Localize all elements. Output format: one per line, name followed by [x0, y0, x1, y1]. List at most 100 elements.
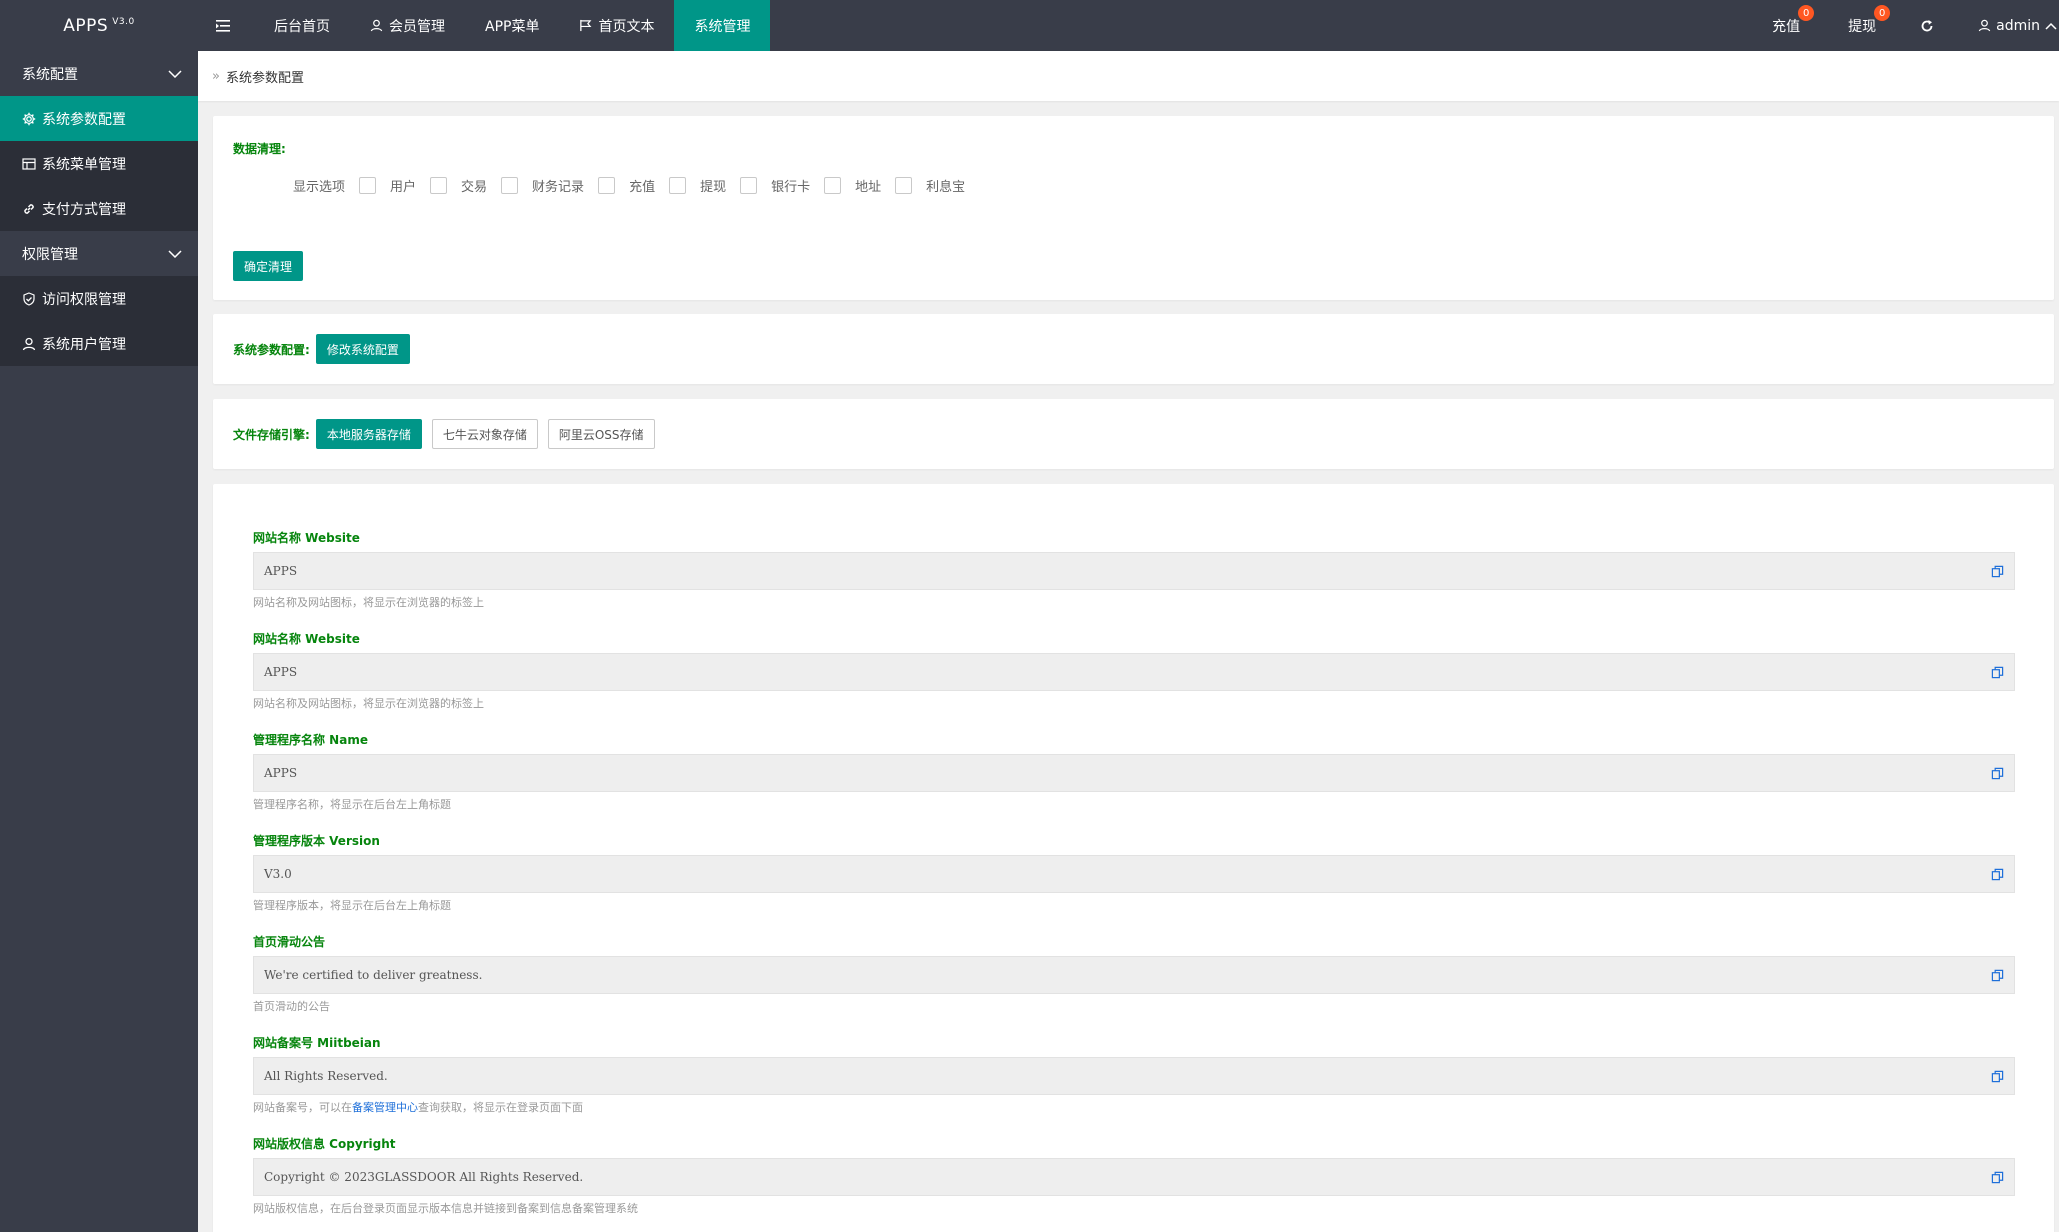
field-copyright: 网站版权信息 Copyright Copyright © 2023GLASSDO…	[253, 1136, 2015, 1216]
checkbox-box[interactable]	[740, 177, 758, 194]
chevron-down-icon	[168, 249, 182, 258]
field-website-name-2: 网站名称 Website APPS 网站名称及网站图标，将显示在浏览器的标签上	[253, 631, 2015, 711]
checkbox-box[interactable]	[501, 177, 519, 194]
website-name-input-2[interactable]: APPS	[253, 653, 2015, 691]
field-label: 管理程序版本 Version	[253, 834, 380, 848]
checkbox-address[interactable]: 地址	[824, 176, 881, 195]
checkbox-label: 利息宝	[926, 180, 966, 195]
copy-icon[interactable]	[1991, 565, 2004, 578]
local-storage-button[interactable]: 本地服务器存储	[315, 419, 422, 449]
checkbox-recharge[interactable]: 充值	[598, 176, 655, 195]
nav-members[interactable]: 会员管理	[350, 0, 465, 51]
checkbox-label: 交易	[461, 180, 488, 195]
help-text: 网站备案号，可以在	[253, 1101, 352, 1114]
nav-home-text[interactable]: 首页文本	[559, 0, 674, 51]
aliyun-oss-button[interactable]: 阿里云OSS存储	[547, 419, 655, 449]
sidebar-group-label: 权限管理	[22, 246, 78, 263]
sidebar-item-menu-manage[interactable]: 系统菜单管理	[0, 141, 198, 186]
recharge-label: 充值	[1772, 18, 1801, 35]
qiniu-storage-button[interactable]: 七牛云对象存储	[431, 419, 538, 449]
checkbox-box[interactable]	[824, 177, 842, 194]
miitbeian-input[interactable]: All Rights Reserved.	[253, 1057, 2015, 1095]
sidebar-group-permissions[interactable]: 权限管理	[0, 231, 198, 276]
refresh-button[interactable]	[1900, 0, 1954, 51]
user-icon	[22, 337, 36, 350]
field-home-notice: 首页滑动公告 We're certified to deliver greatn…	[253, 934, 2015, 1014]
copy-icon[interactable]	[1991, 666, 2004, 679]
copyright-input[interactable]: Copyright © 2023GLASSDOOR All Rights Res…	[253, 1158, 2015, 1196]
sidebar-item-label: 支付方式管理	[42, 201, 126, 218]
sidebar-item-system-users[interactable]: 系统用户管理	[0, 321, 198, 366]
checkbox-box[interactable]	[598, 177, 616, 194]
field-miitbeian: 网站备案号 Miitbeian All Rights Reserved. 网站备…	[253, 1035, 2015, 1115]
copy-icon[interactable]	[1991, 969, 2004, 982]
checkbox-label: 提现	[700, 180, 727, 195]
checkbox-box[interactable]	[895, 177, 913, 194]
field-label: 首页滑动公告	[253, 935, 326, 949]
field-app-version: 管理程序版本 Version V3.0 管理程序版本，将显示在后台左上角标题	[253, 833, 2015, 913]
data-clean-card: 数据清理: 显示选项 用户 交易 财务记录 充值 提现 银行卡 地址 利息宝 确…	[213, 116, 2054, 300]
confirm-clean-button[interactable]: 确定清理	[233, 251, 304, 281]
copy-icon[interactable]	[1991, 1070, 2004, 1083]
nav-members-label: 会员管理	[389, 18, 445, 35]
sidebar-item-label: 系统用户管理	[42, 336, 126, 353]
main-content: » 系统参数配置 数据清理: 显示选项 用户 交易 财务记录 充值 提现 银行卡…	[198, 51, 2059, 1232]
storage-engine-label: 文件存储引擎:	[233, 427, 310, 442]
double-chevron-icon: »	[212, 68, 220, 84]
copy-icon[interactable]	[1991, 767, 2004, 780]
withdraw-label: 提现	[1848, 18, 1877, 35]
checkbox-label: 银行卡	[771, 180, 811, 195]
withdraw-link[interactable]: 提现 0	[1824, 0, 1900, 51]
nav-app-menu-label: APP菜单	[485, 18, 540, 35]
nav-system[interactable]: 系统管理	[674, 0, 771, 51]
checkbox-box[interactable]	[669, 177, 687, 194]
gear-icon	[22, 112, 36, 125]
checkbox-label: 财务记录	[532, 180, 585, 195]
sidebar-item-payment[interactable]: 支付方式管理	[0, 186, 198, 231]
field-help: 管理程序版本，将显示在后台左上角标题	[253, 899, 451, 912]
field-help: 网站名称及网站图标，将显示在浏览器的标签上	[253, 697, 484, 710]
checkbox-bankcard[interactable]: 银行卡	[740, 176, 810, 195]
chevron-up-icon	[2045, 22, 2057, 30]
field-help: 管理程序名称，将显示在后台左上角标题	[253, 798, 451, 811]
app-name-input[interactable]: APPS	[253, 754, 2015, 792]
checkbox-withdraw[interactable]: 提现	[669, 176, 726, 195]
copy-icon[interactable]	[1991, 1171, 2004, 1184]
home-notice-input[interactable]: We're certified to deliver greatness.	[253, 956, 2015, 994]
app-version-input[interactable]: V3.0	[253, 855, 2015, 893]
checkbox-user[interactable]: 用户	[359, 176, 416, 195]
logo-version: V3.0	[112, 16, 135, 27]
menu-fold-icon	[216, 19, 230, 32]
storage-engine-row: 文件存储引擎: 本地服务器存储 七牛云对象存储 阿里云OSS存储	[233, 419, 655, 449]
sidebar-item-system-params[interactable]: 系统参数配置	[0, 96, 198, 141]
checkbox-box[interactable]	[359, 177, 377, 194]
top-header: APPS V3.0 后台首页 会员管理 APP菜单 首页文本 系统管理 充值 0…	[0, 0, 2059, 51]
app-logo[interactable]: APPS V3.0	[0, 0, 198, 51]
field-app-name: 管理程序名称 Name APPS 管理程序名称，将显示在后台左上角标题	[253, 732, 2015, 812]
recharge-link[interactable]: 充值 0	[1748, 0, 1824, 51]
sidebar-group-system-config[interactable]: 系统配置	[0, 51, 198, 96]
user-menu[interactable]: admin	[1954, 0, 2059, 51]
copy-icon[interactable]	[1991, 868, 2004, 881]
field-website-name: 网站名称 Website APPS 网站名称及网站图标，将显示在浏览器的标签上	[253, 530, 2015, 610]
website-name-input[interactable]: APPS	[253, 552, 2015, 590]
sidebar-item-access[interactable]: 访问权限管理	[0, 276, 198, 321]
field-value: Copyright © 2023GLASSDOOR All Rights Res…	[264, 1170, 584, 1184]
checkbox-box[interactable]	[430, 177, 448, 194]
field-help: 网站版权信息，在后台登录页面显示版本信息并链接到备案到信息备案管理系统	[253, 1202, 638, 1215]
table-icon	[22, 157, 36, 170]
sidebar-toggle-button[interactable]	[198, 0, 254, 51]
nav-home[interactable]: 后台首页	[254, 0, 350, 51]
beian-center-link[interactable]: 备案管理中心	[352, 1101, 418, 1114]
checkbox-trade[interactable]: 交易	[430, 176, 487, 195]
sidebar-item-label: 访问权限管理	[42, 291, 126, 308]
nav-app-menu[interactable]: APP菜单	[465, 0, 559, 51]
checkbox-interest[interactable]: 利息宝	[895, 176, 965, 195]
flag-icon	[580, 19, 592, 32]
edit-system-config-button[interactable]: 修改系统配置	[315, 334, 410, 364]
clean-options-label: 显示选项	[293, 180, 346, 195]
system-config-label: 系统参数配置:	[233, 342, 310, 357]
breadcrumb-current[interactable]: 系统参数配置	[226, 67, 304, 86]
checkbox-finance[interactable]: 财务记录	[501, 176, 584, 195]
checkbox-label: 充值	[629, 180, 656, 195]
